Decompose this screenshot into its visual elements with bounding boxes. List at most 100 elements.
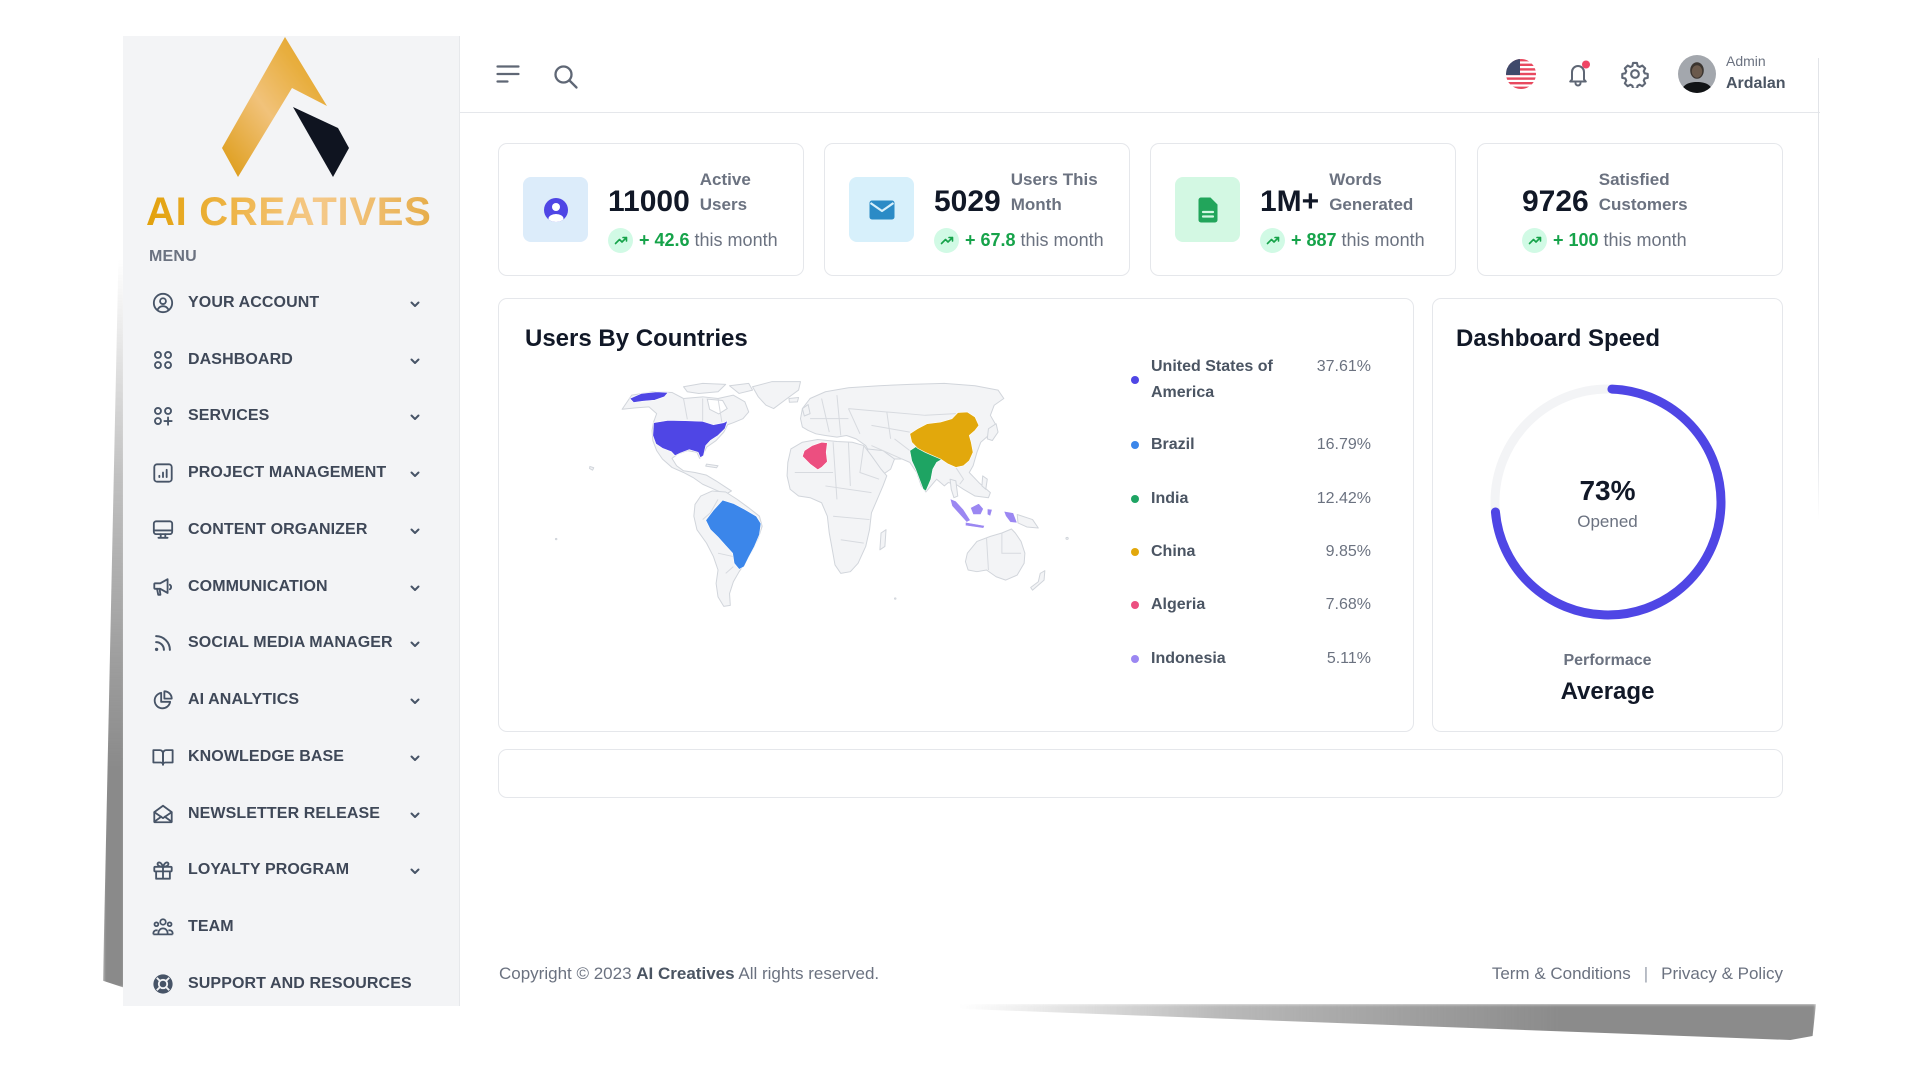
stat-period: this month	[1341, 229, 1425, 250]
gauge-caption: Opened	[1577, 512, 1638, 531]
stat-icon-box	[523, 177, 588, 242]
chevron-down-icon[interactable]	[407, 580, 423, 596]
user-avatar[interactable]	[1678, 55, 1716, 93]
menu-section-label: MENU	[149, 248, 197, 265]
stat-label-line: Generated	[1329, 195, 1414, 214]
stat-label-line: Words	[1329, 170, 1382, 189]
stat-trend: + 67.8 this month	[934, 227, 1104, 253]
map-indonesia-sumatra	[950, 499, 970, 523]
legend-country-name: Algeria	[1151, 596, 1206, 613]
sidebar-item-dashboard[interactable]: DASHBOARD	[123, 331, 459, 388]
legend-percent: 12.42%	[1316, 490, 1371, 507]
grid-icon	[152, 349, 174, 371]
notification-dot	[1582, 60, 1590, 69]
performance-label: Performace	[1563, 652, 1652, 669]
language-selector[interactable]	[1506, 59, 1536, 89]
chevron-down-icon[interactable]	[407, 636, 423, 652]
sidebar-item-knowledge-base[interactable]: KNOWLEDGE BASE	[123, 729, 459, 786]
map-indonesia-sulawesi	[987, 509, 992, 516]
trending-up-icon	[934, 227, 959, 253]
gear-icon	[1621, 61, 1649, 88]
legend-country-name: India	[1151, 490, 1189, 507]
stat-card-words-generated: 1M+ Words Generated + 887 this month	[1150, 143, 1456, 276]
stat-period: this month	[1020, 229, 1104, 250]
stat-head: 5029 Users This Month	[934, 167, 1098, 217]
sidebar-item-label: SUPPORT AND RESOURCES	[188, 974, 412, 992]
sidebar-item-label: CONTENT ORGANIZER	[188, 520, 368, 538]
legend-dot	[1131, 655, 1139, 663]
user-circle-icon	[152, 292, 174, 314]
map-indonesia-java	[965, 522, 984, 528]
legend-percent: 37.61%	[1316, 358, 1371, 375]
sidebar-item-label: COMMUNICATION	[188, 577, 328, 595]
chevron-down-icon[interactable]	[407, 693, 423, 709]
sidebar-item-content-organizer[interactable]: CONTENT ORGANIZER	[123, 502, 459, 559]
chevron-down-icon[interactable]	[407, 807, 423, 823]
sidebar-item-social-media-manager[interactable]: SOCIAL MEDIA MANAGER	[123, 615, 459, 672]
user-circle-icon	[543, 197, 568, 222]
chevron-down-icon[interactable]	[407, 523, 423, 539]
sidebar-item-support-and-resources[interactable]: SUPPORT AND RESOURCES	[123, 956, 459, 1013]
privacy-link[interactable]: Privacy & Policy	[1661, 963, 1783, 985]
sidebar-item-loyalty-program[interactable]: LOYALTY PROGRAM	[123, 842, 459, 899]
chevron-down-icon[interactable]	[407, 296, 423, 312]
users-group-icon	[152, 916, 174, 938]
chevron-down-icon[interactable]	[407, 863, 423, 879]
sidebar-item-ai-analytics[interactable]: AI ANALYTICS	[123, 672, 459, 729]
map-country-indonesia	[950, 499, 1017, 529]
stat-label-line: Month	[1010, 195, 1062, 214]
stat-icon-box	[849, 177, 914, 242]
stat-trend: + 42.6 this month	[608, 227, 778, 253]
search-button[interactable]	[552, 63, 580, 91]
trending-up-icon	[1522, 227, 1547, 253]
stat-head: 11000 Active Users	[608, 167, 751, 217]
document-icon	[1198, 197, 1217, 222]
stat-change: + 67.8	[965, 229, 1016, 250]
map-landmass-arctic-islands	[684, 383, 726, 393]
map-landmass-new-zealand	[1031, 571, 1045, 591]
legend-dot	[1131, 495, 1139, 503]
legend-item: India 12.42%	[1131, 486, 1371, 512]
menu-toggle-button[interactable]	[496, 64, 520, 84]
settings-button[interactable]	[1621, 60, 1649, 88]
stat-value: 11000	[608, 185, 690, 218]
copyright-company: AI Creatives	[636, 964, 735, 983]
stat-trend: + 887 this month	[1260, 227, 1425, 253]
user-role: Admin	[1726, 53, 1766, 69]
stat-label-line: Users This	[1010, 170, 1098, 189]
stat-card-users-this-month: 5029 Users This Month + 67.8 this month	[824, 143, 1130, 276]
notifications-button[interactable]	[1565, 60, 1593, 88]
sidebar-item-team[interactable]: TEAM	[123, 899, 459, 956]
sidebar-item-communication[interactable]: COMMUNICATION	[123, 558, 459, 615]
trending-up-icon	[1260, 227, 1285, 253]
chevron-down-icon[interactable]	[407, 750, 423, 766]
megaphone-icon	[152, 576, 174, 598]
chevron-down-icon[interactable]	[407, 409, 423, 425]
stat-label: Users This Month	[1011, 167, 1098, 217]
envelope-icon	[869, 200, 894, 219]
stat-value: 1M+	[1260, 185, 1320, 218]
page-shadow-left	[103, 260, 125, 988]
brand-logo-icon[interactable]	[123, 36, 460, 186]
stat-label-line: Satisfied	[1598, 170, 1670, 189]
sidebar-item-label: AI ANALYTICS	[188, 691, 300, 709]
sidebar-item-newsletter-release[interactable]: NEWSLETTER RELEASE	[123, 785, 459, 842]
sidebar-item-project-management[interactable]: PROJECT MANAGEMENT	[123, 445, 459, 502]
stat-icon-box	[1175, 177, 1240, 242]
map-island	[555, 538, 557, 539]
legend-percent: 16.79%	[1316, 436, 1371, 453]
users-by-countries-card: Users By Countries United States of Amer…	[498, 298, 1414, 732]
terms-link[interactable]: Term & Conditions	[1492, 963, 1631, 985]
logo-dark-stroke	[293, 107, 349, 177]
sidebar-item-label: SOCIAL MEDIA MANAGER	[188, 634, 393, 652]
gift-icon	[152, 859, 174, 881]
stat-label-line: Customers	[1598, 195, 1688, 214]
sidebar-item-services[interactable]: SERVICES	[123, 388, 459, 445]
chevron-down-icon[interactable]	[407, 353, 423, 369]
legend-country-name: China	[1151, 543, 1196, 560]
chevron-down-icon[interactable]	[407, 466, 423, 482]
user-name[interactable]: Ardalan	[1726, 74, 1786, 94]
stat-label-line: Users	[699, 195, 748, 214]
sidebar-item-your-account[interactable]: YOUR ACCOUNT	[123, 275, 459, 332]
legend-dot	[1131, 376, 1139, 384]
